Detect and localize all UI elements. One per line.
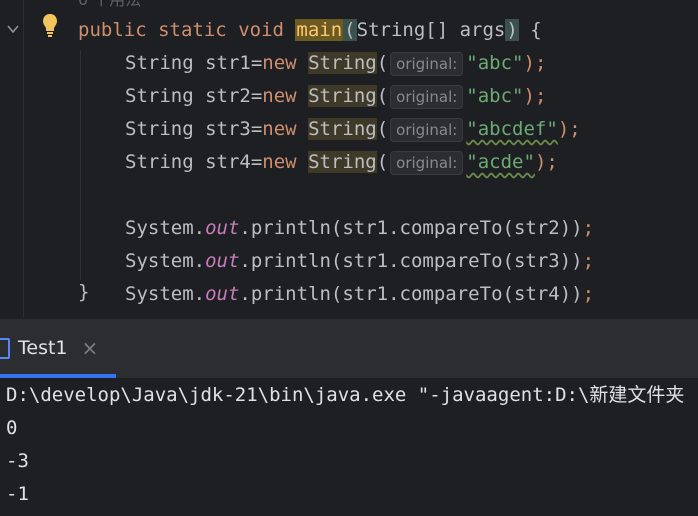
code-line-str2: String str2=new String(original: "abc"); xyxy=(125,84,547,109)
tab-label: Test1 xyxy=(18,337,68,359)
param-type: String[] xyxy=(356,19,449,41)
open-brace: { xyxy=(530,19,542,41)
string-literal: "abc" xyxy=(466,52,524,74)
close-icon[interactable]: × xyxy=(82,336,99,360)
chevron-down-icon[interactable] xyxy=(6,22,20,36)
keyword-public: public xyxy=(78,19,147,41)
string-literal: "abcdef" xyxy=(466,118,558,140)
code-line-str3: String str3=new String(original: "abcdef"… xyxy=(125,117,581,142)
console-command-line: D:\develop\Java\jdk-21\bin\java.exe "-ja… xyxy=(6,384,685,406)
string-literal: "acde" xyxy=(466,151,535,173)
run-tool-window-header: Test1 × xyxy=(0,318,698,378)
param-hint: original: xyxy=(390,150,464,175)
indent-guide xyxy=(80,50,81,280)
console-output-line: -3 xyxy=(6,450,29,472)
param-hint: original: xyxy=(390,84,464,109)
code-line-print2: System.out.println(str1.compareTo(str3))… xyxy=(125,250,595,272)
code-line-str1: String str1=new String(original: "abc"); xyxy=(125,51,547,76)
console-output-line: 0 xyxy=(6,417,18,439)
method-name: main xyxy=(295,19,344,41)
lightbulb-icon[interactable] xyxy=(41,12,59,38)
console-output[interactable]: D:\develop\Java\jdk-21\bin\java.exe "-ja… xyxy=(0,378,698,516)
usage-hint: 0 个用法 xyxy=(78,0,141,10)
tab-run-test1[interactable]: Test1 × xyxy=(0,333,98,363)
code-line-print1: System.out.println(str1.compareTo(str2))… xyxy=(125,217,595,239)
closing-brace: } xyxy=(78,281,90,303)
console-output-line: -1 xyxy=(6,483,29,505)
keyword-void: void xyxy=(238,19,284,41)
run-config-icon xyxy=(0,337,10,359)
open-paren: ( xyxy=(343,19,357,41)
gutter-divider xyxy=(23,0,24,318)
param-hint: original: xyxy=(390,117,464,142)
string-literal: "abc" xyxy=(466,85,524,107)
param-hint: original: xyxy=(390,51,464,76)
code-editor[interactable]: 0 个用法 public static void main(String[] a… xyxy=(0,0,698,318)
method-signature-line: public static void main (String[] args) { xyxy=(78,14,542,47)
keyword-static: static xyxy=(158,19,227,41)
code-line-str4: String str4=new String(original: "acde"); xyxy=(125,150,558,175)
close-paren: ) xyxy=(505,19,519,41)
code-line-print3: System.out.println(str1.compareTo(str4))… xyxy=(125,283,595,305)
param-name: args xyxy=(459,19,506,41)
